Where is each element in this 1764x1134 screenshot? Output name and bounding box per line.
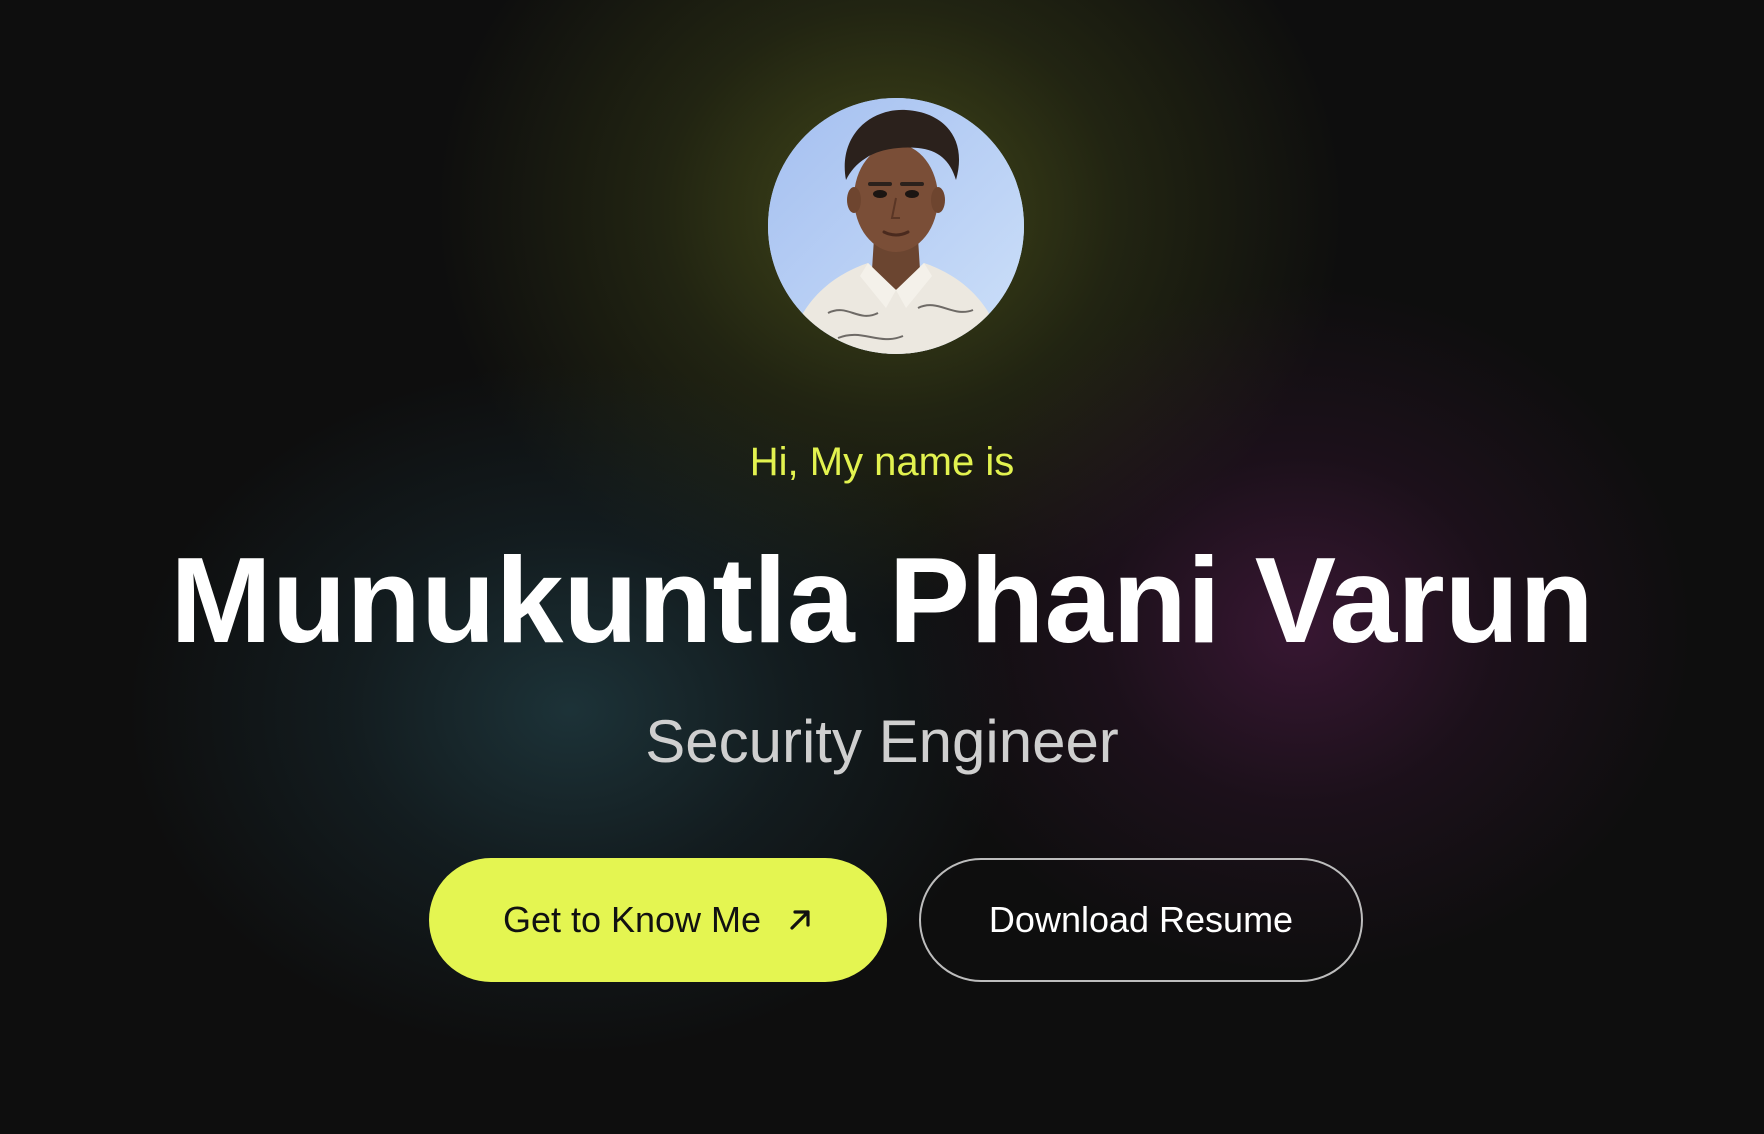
hero-role: Security Engineer <box>645 708 1119 775</box>
hero-content: Hi, My name is Munukuntla Phani Varun Se… <box>0 0 1764 1134</box>
download-resume-button[interactable]: Download Resume <box>919 858 1363 982</box>
get-to-know-me-label: Get to Know Me <box>502 899 762 940</box>
avatar <box>768 98 1024 354</box>
get-to-know-me-button[interactable]: Get to Know Me <box>429 858 887 982</box>
hero-section: Hi, My name is Munukuntla Phani Varun Se… <box>0 0 1764 1134</box>
download-resume-label: Download Resume <box>988 899 1294 940</box>
hero-name: Munukuntla Phani Varun <box>170 532 1594 668</box>
greeting-text: Hi, My name is <box>749 440 1015 484</box>
arrow-up-right-icon <box>787 907 813 933</box>
profile-photo <box>768 98 1024 354</box>
